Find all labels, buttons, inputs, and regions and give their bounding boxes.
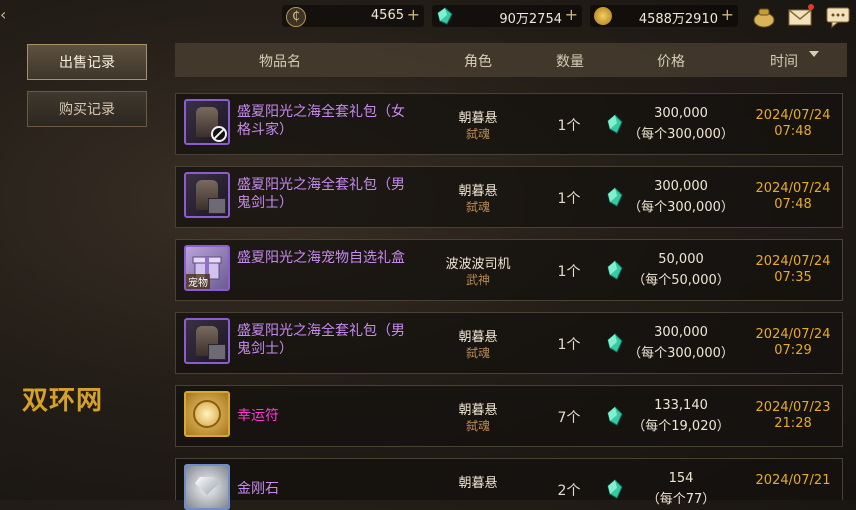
item-thumbnail[interactable]: 宠物 [184, 245, 230, 291]
unit-price: （每个300,000） [628, 127, 734, 142]
unit-price: （每个50,000） [632, 273, 730, 288]
table-row[interactable]: 盛夏阳光之海全套礼包（男鬼剑士） 朝暮悬 弑魂 1个 300,000 （每个30… [175, 312, 843, 374]
notification-dot [808, 4, 814, 10]
role-class: 弑魂 [465, 127, 490, 141]
table-row[interactable]: 幸运符 朝暮悬 弑魂 7个 133,140 （每个19,020） 2024/07… [175, 385, 843, 447]
header-price: 价格 [657, 54, 685, 70]
unit-price: （每个77） [646, 492, 716, 507]
role-class: 弑魂 [465, 419, 490, 433]
trade-date: 2024/07/24 [755, 327, 831, 342]
item-name: 盛夏阳光之海全套礼包（男鬼剑士） [237, 323, 405, 357]
role-class: 弑魂 [465, 346, 490, 360]
table-row[interactable]: 金刚石 朝暮悬 2个 154 （每个77） 2024/07/21 [175, 458, 843, 510]
quantity: 1个 [557, 191, 581, 207]
item-thumbnail[interactable] [184, 99, 230, 145]
gift-box-icon [208, 344, 226, 360]
total-price: 300,000 [654, 179, 708, 194]
total-price: 50,000 [658, 252, 704, 267]
trade-time: 07:48 [774, 124, 812, 139]
sort-desc-icon[interactable] [809, 51, 819, 57]
unit-price: （每个19,020） [632, 419, 730, 434]
item-thumbnail[interactable] [184, 172, 230, 218]
quantity: 2个 [557, 483, 581, 499]
trade-date: 2024/07/24 [755, 254, 831, 269]
table-row[interactable]: 盛夏阳光之海全套礼包（男鬼剑士） 朝暮悬 弑魂 1个 300,000 （每个30… [175, 166, 843, 228]
top-bar: ‹ ₵ 4565 + 90万2754 + 4588万2910 + [0, 0, 856, 34]
trade-time: 21:28 [774, 416, 812, 431]
header-role: 角色 [464, 54, 492, 70]
coin-icon: ₵ [286, 7, 306, 27]
table-header: 物品名 角色 数量 价格 时间 [175, 43, 847, 77]
item-thumbnail[interactable] [184, 464, 230, 510]
quantity: 1个 [557, 118, 581, 134]
quantity: 7个 [557, 410, 581, 426]
untradeable-icon [211, 126, 227, 142]
add-gold-button[interactable]: + [721, 6, 734, 24]
chat-icon[interactable] [826, 6, 850, 28]
lucky-charm-icon [193, 400, 221, 428]
header-time-sort[interactable]: 时间 [770, 51, 798, 71]
gift-box-icon [208, 198, 226, 214]
role-class: 武神 [465, 273, 490, 287]
item-name: 幸运符 [237, 408, 279, 424]
sale-records-tab[interactable]: 出售记录 [27, 44, 147, 80]
quantity: 1个 [557, 264, 581, 280]
trade-time: 07:29 [774, 343, 812, 358]
gem-value: 90万2754 [499, 12, 562, 27]
trade-time: 07:35 [774, 270, 812, 285]
pet-tag: 宠物 [186, 274, 210, 289]
item-name: 盛夏阳光之海全套礼包（女格斗家） [237, 104, 405, 138]
item-name: 金刚石 [237, 481, 279, 497]
quantity: 1个 [557, 337, 581, 353]
gem-currency: 90万2754 + [432, 5, 582, 27]
add-coin-button[interactable]: + [407, 6, 420, 24]
gold-value: 4588万2910 [638, 12, 718, 27]
role-class: 弑魂 [465, 200, 490, 214]
role-name: 朝暮悬 [458, 111, 498, 126]
role-name: 波波波司机 [445, 257, 511, 272]
total-price: 133,140 [654, 398, 708, 413]
role-name: 朝暮悬 [458, 476, 498, 491]
trade-date: 2024/07/24 [755, 181, 831, 196]
mail-button[interactable] [788, 4, 814, 28]
table-row[interactable]: 盛夏阳光之海全套礼包（女格斗家） 朝暮悬 弑魂 1个 300,000 （每个30… [175, 93, 843, 155]
coin-currency: ₵ 4565 + [282, 5, 424, 27]
total-price: 300,000 [654, 106, 708, 121]
gold-coin-icon [594, 7, 612, 25]
table-row[interactable]: 宠物 盛夏阳光之海宠物自选礼盒 波波波司机 武神 1个 50,000 （每个50… [175, 239, 843, 301]
total-price: 154 [668, 471, 694, 486]
item-thumbnail[interactable] [184, 318, 230, 364]
purse-icon[interactable] [752, 6, 776, 28]
unit-price: （每个300,000） [628, 200, 734, 215]
item-name: 盛夏阳光之海全套礼包（男鬼剑士） [237, 177, 405, 211]
coin-value: 4565 [370, 8, 404, 23]
purchase-records-tab[interactable]: 购买记录 [27, 91, 147, 127]
role-name: 朝暮悬 [458, 403, 498, 418]
add-gem-button[interactable]: + [565, 6, 578, 24]
item-name: 盛夏阳光之海宠物自选礼盒 [237, 250, 405, 266]
trade-time: 07:48 [774, 197, 812, 212]
diamond-icon [195, 477, 219, 495]
role-name: 朝暮悬 [458, 330, 498, 345]
gold-currency: 4588万2910 + [590, 5, 738, 27]
header-quantity: 数量 [556, 54, 584, 70]
item-thumbnail[interactable] [184, 391, 230, 437]
watermark: 双环网 [22, 386, 104, 416]
role-name: 朝暮悬 [458, 184, 498, 199]
trade-date: 2024/07/21 [755, 473, 831, 488]
back-icon[interactable]: ‹ [0, 0, 18, 30]
header-item-name: 物品名 [259, 54, 301, 70]
trade-date: 2024/07/24 [755, 108, 831, 123]
unit-price: （每个300,000） [628, 346, 734, 361]
gem-icon [437, 7, 453, 25]
trade-date: 2024/07/23 [755, 400, 831, 415]
total-price: 300,000 [654, 325, 708, 340]
